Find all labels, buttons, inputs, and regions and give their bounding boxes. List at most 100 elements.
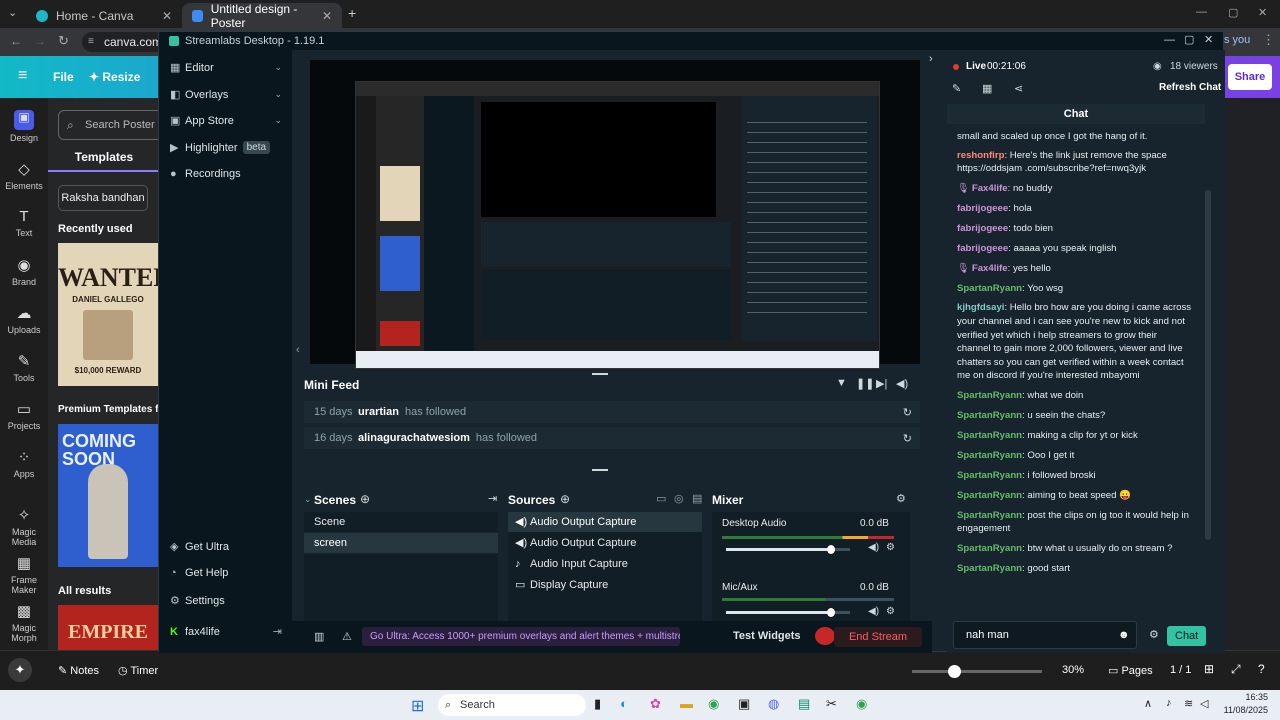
maximize-icon[interactable]: ▢ bbox=[1184, 33, 1194, 46]
scene-item[interactable]: Scene bbox=[304, 512, 498, 532]
rail-tools[interactable]: ✎ Tools bbox=[0, 352, 48, 383]
collapse-icon[interactable]: ⌄ bbox=[304, 494, 312, 505]
resize-button[interactable]: ✦ Resize bbox=[89, 70, 140, 84]
empire-template-thumbnail[interactable]: EMPIRE bbox=[58, 605, 158, 650]
clock-time[interactable]: 16:35 bbox=[1222, 692, 1268, 702]
chat-username[interactable]: SpartanRyann bbox=[957, 470, 1022, 481]
source-item[interactable]: ♪ Audio Input Capture bbox=[508, 554, 702, 574]
scene-item-selected[interactable]: screen bbox=[304, 533, 498, 553]
chip-raksha-bandhan[interactable]: Raksha bandhan bbox=[58, 185, 148, 211]
pause-icon[interactable]: ❚❚ bbox=[856, 377, 874, 390]
chat-username[interactable]: SpartanRyann bbox=[957, 450, 1022, 461]
grid-view-icon[interactable]: ⊞ bbox=[1204, 662, 1214, 676]
capcut-icon[interactable]: ✂ bbox=[826, 696, 837, 712]
mute-icon[interactable]: ◀) bbox=[868, 542, 879, 553]
chrome-profile-icon[interactable]: ◉ bbox=[856, 696, 867, 712]
chat-username[interactable]: SpartanRyann bbox=[957, 563, 1022, 574]
rail-elements[interactable]: ◇ Elements bbox=[0, 160, 48, 191]
chat-username[interactable]: SpartanRyann bbox=[957, 543, 1022, 554]
tab-home-canva[interactable]: Home - Canva ✕ bbox=[26, 3, 182, 28]
nav-highlighter[interactable]: ▶ Highlighter beta bbox=[170, 141, 282, 154]
timer-button[interactable]: ◷ Timer bbox=[118, 664, 158, 677]
zoom-level[interactable]: 30% bbox=[1062, 664, 1084, 676]
nav-app-store[interactable]: ▣ App Store ⌄ bbox=[170, 114, 282, 128]
rail-frame-maker[interactable]: ▦ Frame Maker bbox=[0, 554, 48, 595]
minimize-icon[interactable]: — bbox=[1164, 34, 1175, 46]
streamlabs-icon[interactable]: ▤ bbox=[798, 696, 810, 712]
scene-transitions-icon[interactable]: ⇥ bbox=[488, 492, 497, 505]
maximize-window-icon[interactable]: ▢ bbox=[1228, 6, 1238, 19]
coming-soon-template-thumbnail[interactable]: COMING SOON bbox=[58, 424, 158, 567]
close-tab-icon[interactable]: ✕ bbox=[322, 9, 332, 23]
rail-projects[interactable]: ▭ Projects bbox=[0, 400, 48, 431]
back-icon[interactable]: ← bbox=[10, 34, 22, 48]
wanted-template-thumbnail[interactable]: WANTED DANIEL GALLEGO $10,000 REWARD bbox=[58, 243, 158, 386]
emoji-icon[interactable]: ☻ bbox=[1118, 622, 1130, 648]
tab-untitled-design[interactable]: Untitled design - Poster ✕ bbox=[182, 2, 342, 30]
volume-slider-handle[interactable] bbox=[827, 608, 836, 617]
profile-label[interactable]: s you bbox=[1224, 34, 1250, 46]
rail-magic-morph[interactable]: ▩ Magic Morph bbox=[0, 602, 48, 643]
chat-username[interactable]: Fax4life bbox=[972, 183, 1008, 194]
nav-recordings[interactable]: ● Recordings bbox=[170, 168, 282, 180]
nav-settings[interactable]: ⚙ Settings bbox=[170, 594, 282, 608]
rail-text[interactable]: T Text bbox=[0, 208, 48, 238]
network-icon[interactable]: ≋ bbox=[1184, 697, 1193, 710]
refresh-chat-button[interactable]: Refresh Chat bbox=[1159, 82, 1221, 93]
pages-button[interactable]: ▭ Pages bbox=[1108, 664, 1153, 677]
source-eye-icon[interactable]: ◎ bbox=[674, 492, 684, 505]
chat-input[interactable]: nah man ☻ bbox=[953, 621, 1137, 649]
minimize-window-icon[interactable]: — bbox=[1196, 6, 1207, 18]
source-group-icon[interactable]: ▭ bbox=[656, 492, 666, 505]
site-info-icon[interactable]: ≡ bbox=[88, 32, 94, 52]
chat-username[interactable]: fabrijogeee bbox=[957, 243, 1008, 254]
chrome-icon[interactable]: ◉ bbox=[708, 696, 719, 712]
fullscreen-icon[interactable]: ⤢ bbox=[1231, 662, 1241, 677]
hamburger-icon[interactable]: ≡ bbox=[18, 67, 27, 85]
resize-handle[interactable] bbox=[592, 469, 608, 471]
tab-list-icon[interactable]: ⌄ bbox=[8, 6, 17, 19]
chat-username[interactable]: SpartanRyann bbox=[957, 510, 1022, 521]
channel-settings-icon[interactable]: ⚙ bbox=[886, 542, 895, 553]
rail-design[interactable]: ▣ Design bbox=[0, 110, 48, 143]
chat-username[interactable]: SpartanRyann bbox=[957, 283, 1022, 294]
tray-chevron-icon[interactable]: ∧ bbox=[1144, 697, 1152, 710]
copilot-icon[interactable]: ✿ bbox=[650, 696, 661, 712]
source-item-selected[interactable]: ◀) Audio Output Capture bbox=[508, 512, 702, 532]
performance-icon[interactable]: ▥ bbox=[314, 630, 324, 643]
close-icon[interactable]: ✕ bbox=[1204, 33, 1213, 46]
chat-username[interactable]: fabrijogeee bbox=[957, 203, 1008, 214]
chat-username[interactable]: SpartanRyann bbox=[957, 430, 1022, 441]
nav-overlays[interactable]: ◧ Overlays ⌄ bbox=[170, 88, 282, 102]
search-input[interactable]: ⌕ Search Poster te bbox=[58, 110, 160, 140]
chat-username[interactable]: SpartanRyann bbox=[957, 490, 1022, 501]
magic-icon[interactable]: ✦ bbox=[8, 658, 32, 682]
microphone-icon[interactable]: ♪ bbox=[1166, 697, 1172, 709]
source-folder-icon[interactable]: ▤ bbox=[692, 492, 702, 505]
collapse-right-icon[interactable]: › bbox=[929, 53, 933, 65]
chat-username[interactable]: SpartanRyann bbox=[957, 390, 1022, 401]
new-tab-icon[interactable]: + bbox=[348, 5, 356, 21]
chat-username[interactable]: reshonfirp bbox=[957, 150, 1004, 161]
collapse-left-icon[interactable]: ‹ bbox=[296, 344, 300, 356]
edit-icon[interactable]: ✎ bbox=[952, 82, 961, 95]
add-source-icon[interactable]: ⊕ bbox=[560, 492, 570, 506]
volume-slider[interactable] bbox=[726, 545, 850, 554]
close-tab-icon[interactable]: ✕ bbox=[162, 9, 172, 23]
rail-magic-media[interactable]: ✧ Magic Media bbox=[0, 506, 48, 547]
logout-icon[interactable]: ⇥ bbox=[273, 625, 282, 638]
task-view-icon[interactable]: ▮ bbox=[594, 696, 601, 712]
nav-get-ultra[interactable]: ◈ Get Ultra bbox=[170, 540, 282, 554]
chat-username[interactable]: fabrijogeee bbox=[957, 223, 1008, 234]
windows-start-icon[interactable]: ⊞ bbox=[411, 696, 424, 716]
add-scene-icon[interactable]: ⊕ bbox=[360, 492, 370, 506]
filter-icon[interactable]: ▼ bbox=[836, 377, 847, 389]
share-button[interactable]: Share bbox=[1228, 64, 1272, 90]
source-item[interactable]: ▭ Display Capture bbox=[508, 575, 702, 595]
volume-icon[interactable]: ◁ bbox=[1200, 697, 1208, 710]
account-row[interactable]: Kfax4life ⇥ bbox=[170, 625, 282, 639]
chat-username[interactable]: kjhgfdsayi bbox=[957, 302, 1004, 313]
end-stream-button[interactable]: End Stream bbox=[834, 627, 922, 647]
stream-preview[interactable] bbox=[310, 60, 920, 369]
file-explorer-icon[interactable]: ▬ bbox=[680, 696, 693, 711]
